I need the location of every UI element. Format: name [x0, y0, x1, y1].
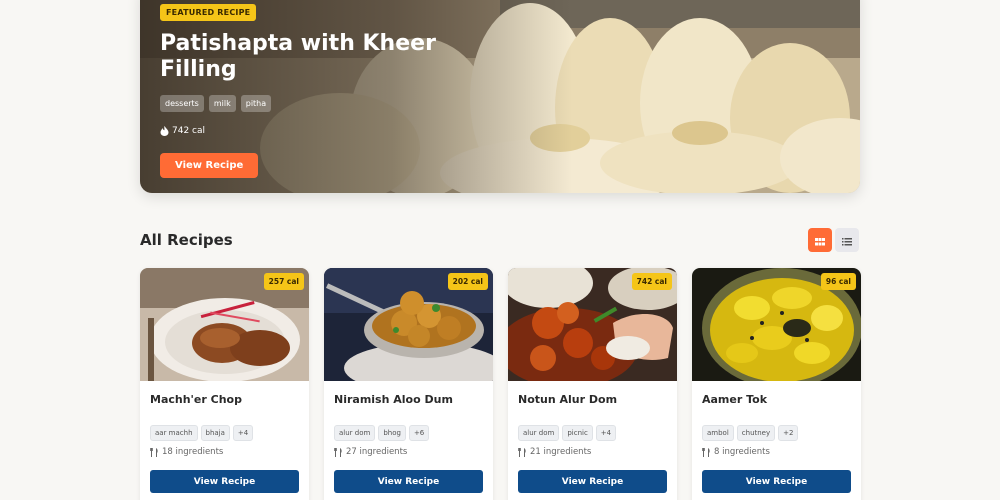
recipe-image[interactable]: 742 cal [508, 268, 677, 381]
calorie-badge: 96 cal [820, 273, 856, 290]
hero-tags: desserts milk pitha [160, 95, 480, 112]
calorie-badge: 742 cal [631, 273, 672, 290]
utensils-icon [702, 447, 711, 457]
featured-badge: FEATURED RECIPE [160, 4, 257, 21]
list-icon [842, 231, 852, 250]
recipe-tag[interactable]: bhog [378, 425, 406, 441]
recipe-tags: alur dom bhog +6 [334, 425, 483, 441]
hero-content: FEATURED RECIPE Patishapta with Kheer Fi… [160, 0, 480, 178]
recipe-tag-more[interactable]: +6 [408, 425, 430, 441]
view-recipe-button[interactable]: View Recipe [702, 470, 851, 493]
view-recipe-button[interactable]: View Recipe [150, 470, 299, 493]
featured-hero: FEATURED RECIPE Patishapta with Kheer Fi… [140, 0, 860, 193]
recipe-image[interactable]: 257 cal [140, 268, 309, 381]
recipe-tags: ambol chutney +2 [702, 425, 851, 441]
view-recipe-button[interactable]: View Recipe [518, 470, 667, 493]
recipe-tag[interactable]: picnic [562, 425, 593, 441]
recipe-card[interactable]: 257 cal Machh'er Chop aar machh bhaja +4… [140, 268, 309, 500]
grid-icon [815, 231, 825, 250]
flame-icon [160, 126, 169, 136]
hero-title: Patishapta with Kheer Filling [160, 31, 436, 82]
ingredient-count: 18 ingredients [150, 447, 299, 457]
grid-view-button[interactable] [808, 228, 832, 252]
recipe-card[interactable]: 202 cal Niramish Aloo Dum alur dom bhog … [324, 268, 493, 500]
recipe-title[interactable]: Notun Alur Dom [518, 393, 667, 411]
ingredient-count: 27 ingredients [334, 447, 483, 457]
section-title: All Recipes [140, 231, 233, 249]
ingredient-count-text: 18 ingredients [162, 447, 224, 457]
recipe-tag[interactable]: aar machh [150, 425, 198, 441]
recipe-tag[interactable]: chutney [736, 425, 776, 441]
hero-calories: 742 cal [160, 126, 480, 136]
recipe-image[interactable]: 96 cal [692, 268, 861, 381]
recipe-tag[interactable]: alur dom [334, 425, 376, 441]
recipe-tag-more[interactable]: +4 [595, 425, 617, 441]
recipe-tag[interactable]: ambol [702, 425, 734, 441]
recipe-title[interactable]: Niramish Aloo Dum [334, 393, 483, 411]
utensils-icon [518, 447, 527, 457]
calorie-badge: 257 cal [263, 273, 304, 290]
recipe-image[interactable]: 202 cal [324, 268, 493, 381]
recipe-title[interactable]: Aamer Tok [702, 393, 851, 411]
hero-tag[interactable]: desserts [160, 95, 204, 112]
hero-tag[interactable]: milk [208, 95, 236, 112]
ingredient-count: 21 ingredients [518, 447, 667, 457]
recipe-title[interactable]: Machh'er Chop [150, 393, 299, 411]
view-toggle [808, 228, 859, 252]
view-recipe-button[interactable]: View Recipe [334, 470, 483, 493]
ingredient-count: 8 ingredients [702, 447, 851, 457]
view-recipe-button[interactable]: View Recipe [160, 153, 259, 178]
hero-tag[interactable]: pitha [240, 95, 272, 112]
calorie-badge: 202 cal [447, 273, 488, 290]
ingredient-count-text: 8 ingredients [714, 447, 770, 457]
recipe-card[interactable]: 742 cal Notun Alur Dom alur dom picnic +… [508, 268, 677, 500]
recipe-tag[interactable]: alur dom [518, 425, 560, 441]
ingredient-count-text: 21 ingredients [530, 447, 592, 457]
ingredient-count-text: 27 ingredients [346, 447, 408, 457]
recipe-grid: 257 cal Machh'er Chop aar machh bhaja +4… [140, 268, 861, 500]
utensils-icon [150, 447, 159, 457]
utensils-icon [334, 447, 343, 457]
hero-calories-value: 742 cal [172, 126, 206, 136]
recipe-tag-more[interactable]: +4 [232, 425, 254, 441]
list-view-button[interactable] [835, 228, 859, 252]
recipe-tag[interactable]: bhaja [200, 425, 230, 441]
recipe-tag-more[interactable]: +2 [778, 425, 799, 441]
recipe-tags: alur dom picnic +4 [518, 425, 667, 441]
recipe-tags: aar machh bhaja +4 [150, 425, 299, 441]
recipe-card[interactable]: 96 cal Aamer Tok ambol chutney +2 8 ingr… [692, 268, 861, 500]
